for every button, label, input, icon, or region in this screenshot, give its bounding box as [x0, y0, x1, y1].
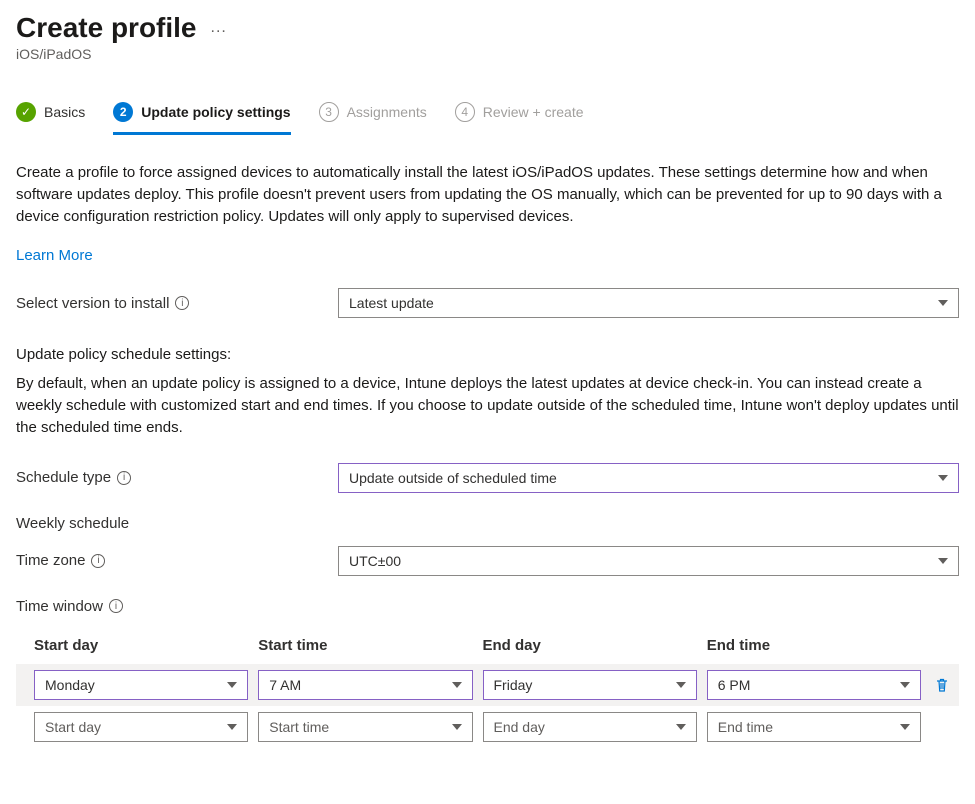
info-icon[interactable]: i — [109, 599, 123, 613]
step-number-badge: 2 — [113, 102, 133, 122]
tab-basics[interactable]: ✓ Basics — [16, 102, 85, 135]
page-subtitle: iOS/iPadOS — [16, 46, 959, 62]
schedule-type-label: Schedule type — [16, 469, 111, 486]
tab-basics-label: Basics — [44, 104, 85, 120]
start-day-select[interactable]: Monday — [34, 670, 248, 700]
end-time-placeholder: End time — [718, 719, 773, 735]
time-window-row: Monday 7 AM Friday 6 PM — [16, 664, 959, 706]
tab-update-policy-label: Update policy settings — [141, 104, 290, 120]
chevron-down-icon — [452, 682, 462, 688]
version-label: Select version to install — [16, 295, 169, 312]
time-window-row-empty: Start day Start time End day End time — [16, 706, 959, 748]
time-window-table: Start day Start time End day End time Mo… — [16, 637, 959, 748]
learn-more-link[interactable]: Learn More — [16, 247, 93, 264]
chevron-down-icon — [938, 300, 948, 306]
step-number-badge: 3 — [319, 102, 339, 122]
chevron-down-icon — [900, 682, 910, 688]
check-icon: ✓ — [16, 102, 36, 122]
version-select[interactable]: Latest update — [338, 288, 959, 318]
chevron-down-icon — [676, 724, 686, 730]
end-day-value: Friday — [494, 677, 533, 693]
chevron-down-icon — [938, 475, 948, 481]
wizard-tabs: ✓ Basics 2 Update policy settings 3 Assi… — [16, 102, 959, 134]
step-number-badge: 4 — [455, 102, 475, 122]
info-icon[interactable]: i — [91, 554, 105, 568]
start-time-value: 7 AM — [269, 677, 301, 693]
tab-update-policy-settings[interactable]: 2 Update policy settings — [113, 102, 290, 135]
col-end-time: End time — [707, 637, 921, 654]
schedule-settings-desc: By default, when an update policy is ass… — [16, 373, 959, 438]
trash-icon — [934, 677, 950, 693]
tab-assignments[interactable]: 3 Assignments — [319, 102, 427, 135]
end-day-select[interactable]: End day — [483, 712, 697, 742]
col-start-time: Start time — [258, 637, 472, 654]
start-time-placeholder: Start time — [269, 719, 329, 735]
start-time-select[interactable]: Start time — [258, 712, 472, 742]
end-day-placeholder: End day — [494, 719, 545, 735]
start-day-value: Monday — [45, 677, 95, 693]
col-end-day: End day — [483, 637, 697, 654]
chevron-down-icon — [227, 724, 237, 730]
chevron-down-icon — [900, 724, 910, 730]
tab-review-create[interactable]: 4 Review + create — [455, 102, 584, 135]
schedule-settings-title: Update policy schedule settings: — [16, 346, 959, 363]
info-icon[interactable]: i — [175, 296, 189, 310]
version-select-value: Latest update — [349, 295, 434, 311]
tab-assignments-label: Assignments — [347, 104, 427, 120]
info-icon[interactable]: i — [117, 471, 131, 485]
timezone-label: Time zone — [16, 552, 85, 569]
page-title: Create profile — [16, 12, 197, 44]
end-time-value: 6 PM — [718, 677, 751, 693]
schedule-type-value: Update outside of scheduled time — [349, 470, 557, 486]
chevron-down-icon — [452, 724, 462, 730]
end-day-select[interactable]: Friday — [483, 670, 697, 700]
policy-description: Create a profile to force assigned devic… — [16, 162, 959, 227]
delete-row-button[interactable] — [931, 677, 953, 693]
timezone-select[interactable]: UTC±00 — [338, 546, 959, 576]
col-start-day: Start day — [34, 637, 248, 654]
end-time-select[interactable]: End time — [707, 712, 921, 742]
timezone-value: UTC±00 — [349, 553, 401, 569]
time-window-label: Time window — [16, 598, 103, 615]
more-actions-button[interactable]: ... — [211, 19, 227, 37]
weekly-schedule-heading: Weekly schedule — [16, 515, 959, 532]
schedule-type-select[interactable]: Update outside of scheduled time — [338, 463, 959, 493]
start-day-placeholder: Start day — [45, 719, 101, 735]
tab-review-create-label: Review + create — [483, 104, 584, 120]
chevron-down-icon — [938, 558, 948, 564]
end-time-select[interactable]: 6 PM — [707, 670, 921, 700]
chevron-down-icon — [676, 682, 686, 688]
start-time-select[interactable]: 7 AM — [258, 670, 472, 700]
start-day-select[interactable]: Start day — [34, 712, 248, 742]
chevron-down-icon — [227, 682, 237, 688]
